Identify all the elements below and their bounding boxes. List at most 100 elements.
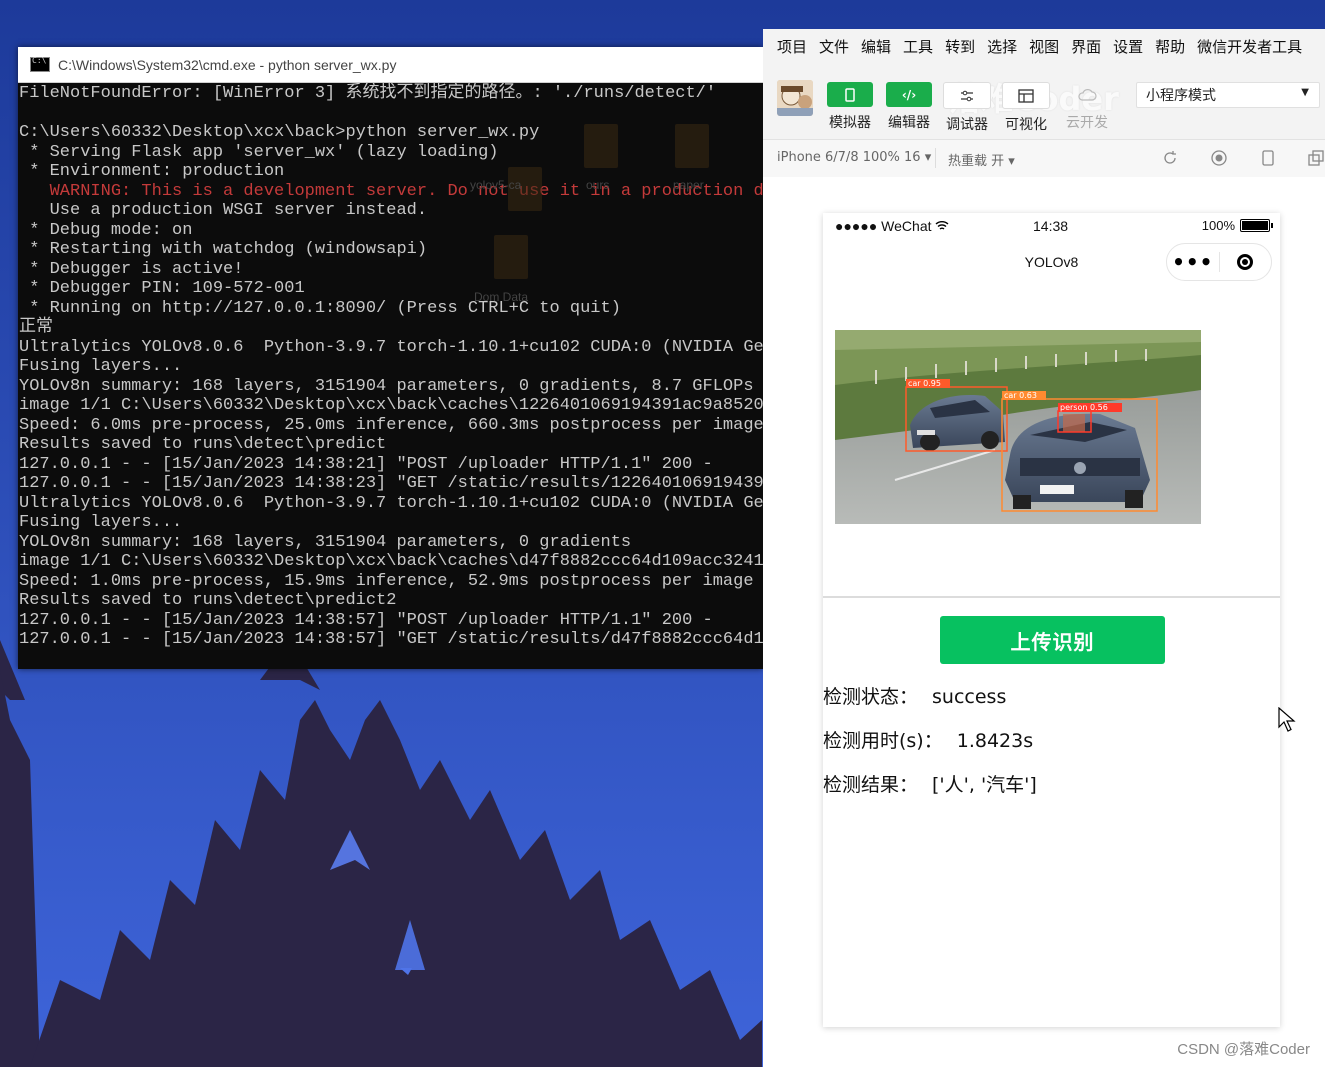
status-label: 检测状态： bbox=[823, 686, 919, 708]
carrier-label: ●●●●● WeChat bbox=[835, 218, 949, 234]
console-line: Speed: 1.0ms pre-process, 15.9ms inferen… bbox=[19, 571, 763, 591]
menu-bar: 项目 文件 编辑 工具 转到 选择 视图 界面 设置 帮助 微信开发者工具 bbox=[763, 29, 1325, 63]
menu-item[interactable]: 文件 bbox=[819, 36, 849, 57]
console-line: 127.0.0.1 - - [15/Jan/2023 14:38:23] "GE… bbox=[19, 474, 763, 493]
tool-label: 云开发 bbox=[1066, 115, 1108, 131]
upload-detect-button[interactable]: 上传识别 bbox=[940, 616, 1165, 664]
console-line: Ultralytics YOLOv8.0.6 Python-3.9.7 torc… bbox=[19, 337, 763, 357]
tool-visualize[interactable]: 可视化 bbox=[1002, 82, 1050, 134]
time-value: 1.8423s bbox=[956, 730, 1034, 752]
desktop-icon-label: yolov5-ca bbox=[470, 178, 522, 192]
console-line: image 1/1 C:\Users\60332\Desktop\xcx\bac… bbox=[19, 552, 763, 571]
hot-reload-toggle[interactable]: 热重载 开 ▾ bbox=[948, 150, 1015, 169]
mouse-cursor-icon bbox=[1278, 707, 1296, 732]
close-miniprogram-icon[interactable] bbox=[1219, 254, 1271, 270]
mode-select[interactable]: 小程序模式 ▼ bbox=[1136, 82, 1320, 108]
folder-icon bbox=[675, 124, 709, 168]
console-line: Fusing layers... bbox=[19, 357, 183, 376]
console-line: * Restarting with watchdog (windowsapi) bbox=[19, 240, 428, 259]
more-icon[interactable]: ••• bbox=[1167, 252, 1219, 272]
phone-status-bar: ●●●●● WeChat 14:38 100% bbox=[823, 213, 1280, 241]
time-label: 检测用时(s)： bbox=[823, 730, 943, 752]
console-line: YOLOv8n summary: 168 layers, 3151904 par… bbox=[19, 376, 754, 396]
status-value: success bbox=[932, 686, 1007, 708]
cloud-icon[interactable] bbox=[1064, 82, 1110, 107]
simulator-statusbar: iPhone 6/7/8 100% 16 ▾ 热重载 开 ▾ bbox=[763, 140, 1325, 178]
status-row: 检测状态： success bbox=[823, 682, 1006, 709]
tool-simulator[interactable]: 模拟器 bbox=[826, 82, 874, 132]
tool-label: 可视化 bbox=[1005, 117, 1047, 133]
desktop-icon-label: Dom Data bbox=[474, 290, 529, 304]
detection-result-image: car 0.95 car 0.63 person 0.56 bbox=[835, 330, 1201, 524]
console-line: Ultralytics YOLOv8.0.6 Python-3.9.7 torc… bbox=[19, 493, 763, 513]
phone-simulator[interactable]: ●●●●● WeChat 14:38 100% YOLOv8 ••• car 0… bbox=[823, 213, 1280, 1027]
device-icon[interactable] bbox=[1260, 150, 1276, 166]
menu-item[interactable]: 转到 bbox=[945, 36, 975, 57]
desktop-icon-label: ours bbox=[586, 178, 610, 192]
console-line: Use a production WSGI server instead. bbox=[19, 201, 428, 220]
console-line: * Serving Flask app 'server_wx' (lazy lo… bbox=[19, 142, 499, 162]
battery-status: 100% bbox=[1202, 218, 1273, 233]
clock: 14:38 bbox=[1033, 218, 1069, 234]
menu-item[interactable]: 选择 bbox=[987, 36, 1017, 57]
menu-item[interactable]: 编辑 bbox=[861, 36, 891, 57]
cmd-titlebar[interactable]: C:\Windows\System32\cmd.exe - python ser… bbox=[18, 47, 763, 83]
caret-down-icon: ▼ bbox=[1301, 87, 1309, 98]
navigation-bar: YOLOv8 ••• bbox=[823, 241, 1280, 281]
menu-item[interactable]: 视图 bbox=[1029, 36, 1059, 57]
menu-item[interactable]: 帮助 bbox=[1155, 36, 1185, 57]
console-line: 127.0.0.1 - - [15/Jan/2023 14:38:21] "PO… bbox=[19, 454, 713, 474]
menu-item[interactable]: 界面 bbox=[1071, 36, 1101, 57]
tool-label: 编辑器 bbox=[888, 115, 930, 131]
console-line: * Debugger PIN: 109-572-001 bbox=[19, 279, 305, 298]
device-select[interactable]: iPhone 6/7/8 100% 16 ▾ bbox=[777, 150, 931, 165]
console-line: Speed: 6.0ms pre-process, 25.0ms inferen… bbox=[19, 415, 763, 435]
code-icon[interactable]: ‹/› bbox=[886, 82, 932, 107]
phone-icon[interactable] bbox=[827, 82, 873, 107]
console-line: C:\Users\60332\Desktop\xcx\back>python s… bbox=[19, 123, 540, 142]
layout-icon[interactable] bbox=[1002, 82, 1050, 109]
cmd-window[interactable]: C:\Windows\System32\cmd.exe - python ser… bbox=[18, 47, 763, 669]
divider bbox=[823, 596, 1280, 598]
sliders-icon[interactable] bbox=[943, 82, 991, 109]
svg-text:person 0.56: person 0.56 bbox=[1060, 403, 1108, 412]
console-line: 127.0.0.1 - - [15/Jan/2023 14:38:57] "GE… bbox=[19, 630, 763, 649]
console-warning-line: WARNING: This is a development server. D… bbox=[19, 181, 763, 201]
tool-label: 模拟器 bbox=[829, 115, 871, 131]
menu-item[interactable]: 项目 bbox=[777, 36, 807, 57]
folder-icon bbox=[584, 124, 618, 168]
time-row: 检测用时(s)： 1.8423s bbox=[823, 726, 1033, 753]
wechat-devtools-window: 项目文件编辑工具转到选择视图界面设置帮助微信开发者工具 落难Coder 模拟器 … bbox=[763, 29, 1325, 1067]
toolbar: 落难Coder 模拟器 ‹/› 编辑器 调试器 可视化 bbox=[763, 63, 1325, 140]
divider bbox=[935, 148, 936, 168]
tool-editor[interactable]: ‹/› 编辑器 bbox=[885, 82, 933, 132]
console-line: * Debugger is active! bbox=[19, 259, 244, 279]
csdn-watermark: CSDN @落难Coder bbox=[1177, 1041, 1310, 1058]
console-icon bbox=[30, 56, 50, 72]
rotate-icon[interactable] bbox=[1162, 150, 1178, 166]
console-line: * Running on http://127.0.0.1:8090/ (Pre… bbox=[19, 298, 621, 318]
console-line: Results saved to runs\detect\predict bbox=[19, 435, 387, 454]
tool-cloud[interactable]: 云开发 bbox=[1063, 82, 1111, 132]
cmd-window-title: C:\Windows\System32\cmd.exe - python ser… bbox=[58, 56, 397, 73]
popout-icon[interactable] bbox=[1308, 150, 1324, 166]
user-avatar[interactable] bbox=[777, 80, 813, 116]
record-icon[interactable] bbox=[1211, 150, 1227, 166]
console-line: 127.0.0.1 - - [15/Jan/2023 14:38:57] "PO… bbox=[19, 610, 713, 630]
carrier-text: ●●●●● WeChat bbox=[835, 218, 932, 234]
console-line: YOLOv8n summary: 168 layers, 3151904 par… bbox=[19, 532, 632, 552]
svg-text:car 0.63: car 0.63 bbox=[1004, 391, 1037, 400]
folder-icon bbox=[494, 235, 528, 279]
console-output[interactable]: FileNotFoundError: [WinError 3] 系统找不到指定的… bbox=[18, 83, 763, 650]
tool-debugger[interactable]: 调试器 bbox=[943, 82, 991, 134]
console-line: * Environment: production bbox=[19, 162, 285, 181]
battery-icon bbox=[1240, 219, 1273, 232]
menu-item[interactable]: 工具 bbox=[903, 36, 933, 57]
desktop-icon-label: paper bbox=[673, 178, 704, 192]
menu-item[interactable]: 设置 bbox=[1113, 36, 1143, 57]
console-line: * Debug mode: on bbox=[19, 220, 193, 240]
wifi-icon bbox=[935, 221, 949, 230]
result-value: ['人', '汽车'] bbox=[932, 774, 1037, 796]
menu-item[interactable]: 微信开发者工具 bbox=[1197, 36, 1302, 57]
